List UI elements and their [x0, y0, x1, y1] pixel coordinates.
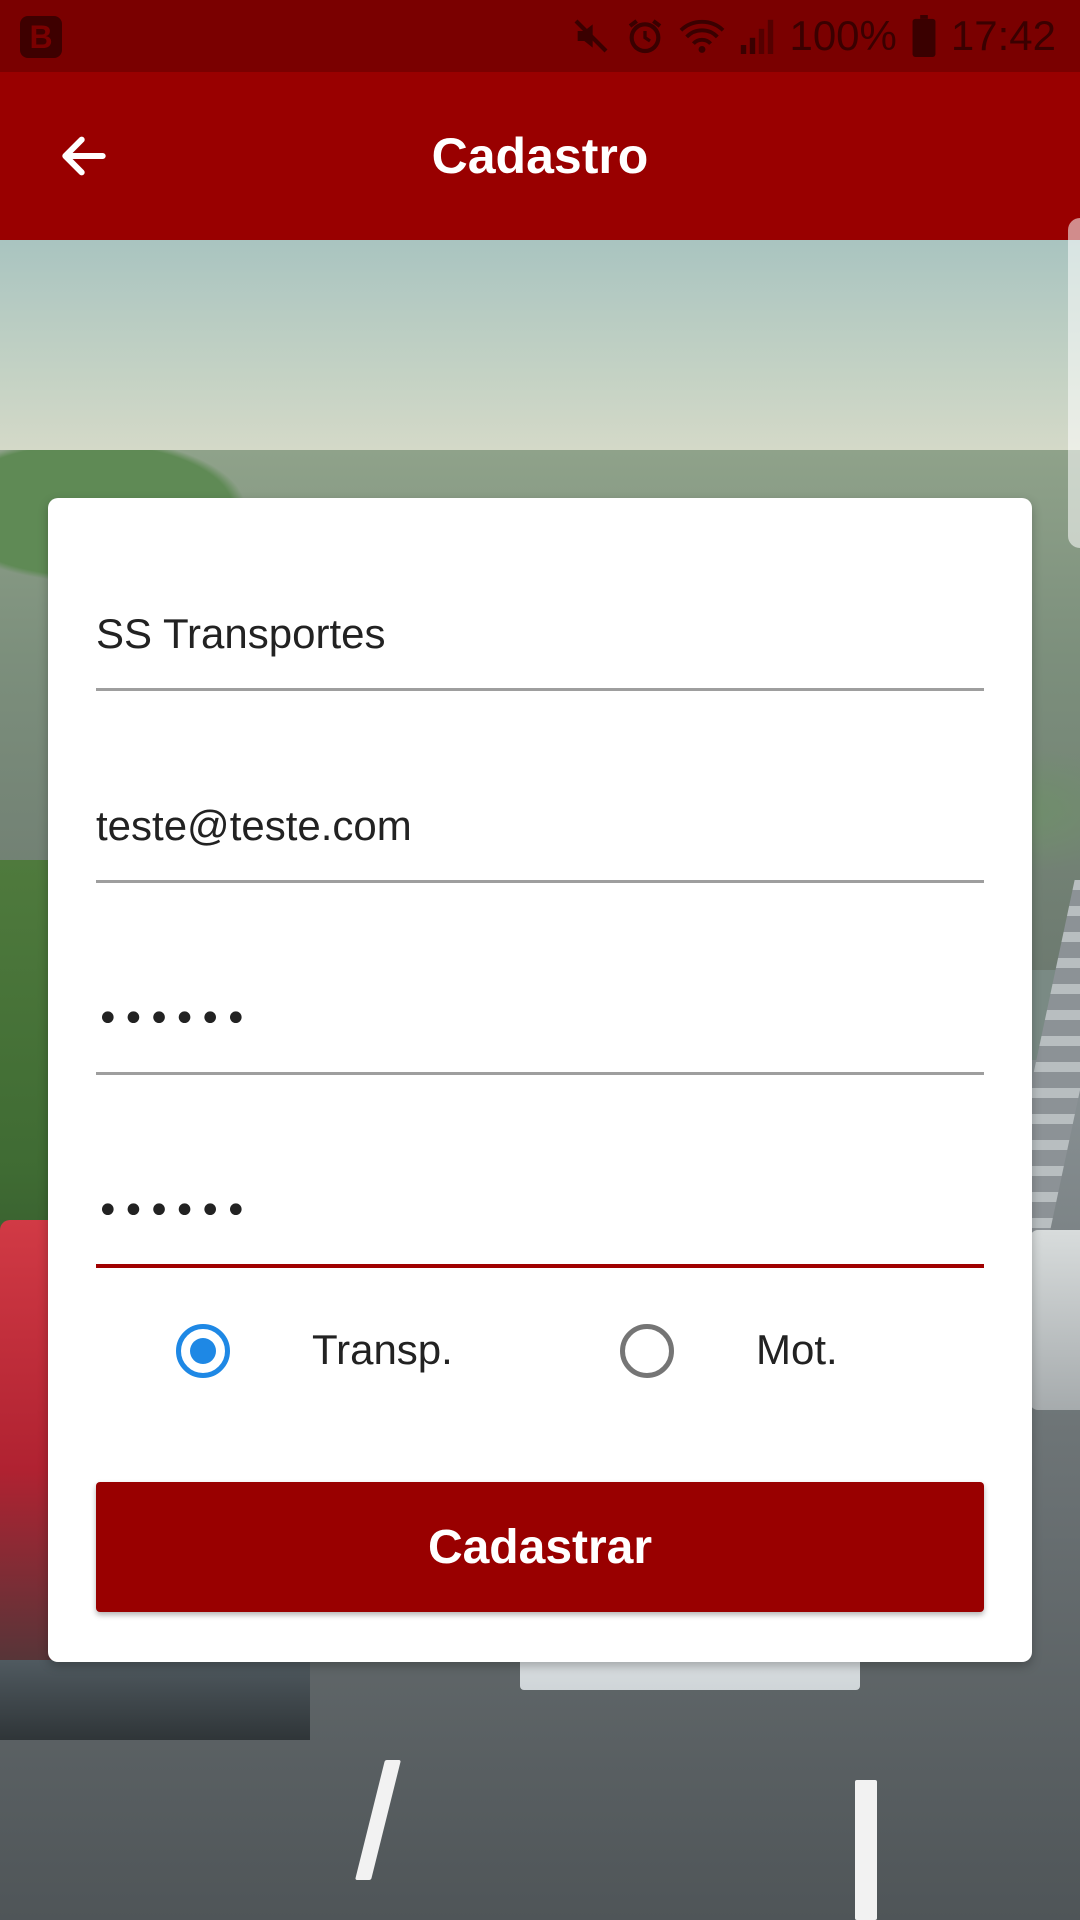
clock: 17:42	[950, 12, 1056, 59]
password-confirm-field[interactable]	[96, 1154, 984, 1268]
wifi-icon	[679, 16, 725, 56]
arrow-left-icon	[62, 136, 106, 176]
background-dark-truck	[0, 1660, 310, 1740]
mute-icon	[571, 16, 611, 56]
radio-transp[interactable]	[176, 1324, 230, 1378]
email-field[interactable]	[96, 770, 984, 883]
account-type-radio-group: Transp. Mot.	[48, 1314, 1032, 1384]
battery-icon	[911, 15, 937, 57]
alarm-icon	[625, 16, 665, 56]
background-car	[1030, 1230, 1080, 1410]
signal-icon	[739, 16, 775, 56]
register-form-card: Transp. Mot. Cadastrar	[48, 498, 1032, 1662]
password-confirm-input[interactable]	[96, 1188, 984, 1234]
battery-level: 100%	[789, 12, 897, 59]
password-field[interactable]	[96, 962, 984, 1075]
edge-panel-handle[interactable]	[1068, 218, 1080, 548]
register-button[interactable]: Cadastrar	[96, 1482, 984, 1612]
app-notification-icon: B	[20, 16, 62, 58]
back-button[interactable]	[48, 120, 120, 192]
name-field[interactable]	[96, 578, 984, 691]
status-icons: 100% 17:42	[571, 10, 1056, 62]
name-input[interactable]	[96, 610, 984, 658]
email-input[interactable]	[96, 802, 984, 850]
page-title: Cadastro	[431, 128, 649, 184]
app-toolbar: Cadastro	[0, 72, 1080, 240]
radio-transp-label[interactable]: Transp.	[312, 1326, 453, 1374]
radio-mot[interactable]	[620, 1324, 674, 1378]
status-bar: B 100% 17:42	[0, 0, 1080, 72]
password-input[interactable]	[96, 996, 984, 1042]
screen: B 100% 17:42 Cadastro SS Transportes tes…	[0, 0, 1080, 1920]
background-lane-line	[855, 1780, 877, 1920]
radio-mot-label[interactable]: Mot.	[756, 1326, 838, 1374]
